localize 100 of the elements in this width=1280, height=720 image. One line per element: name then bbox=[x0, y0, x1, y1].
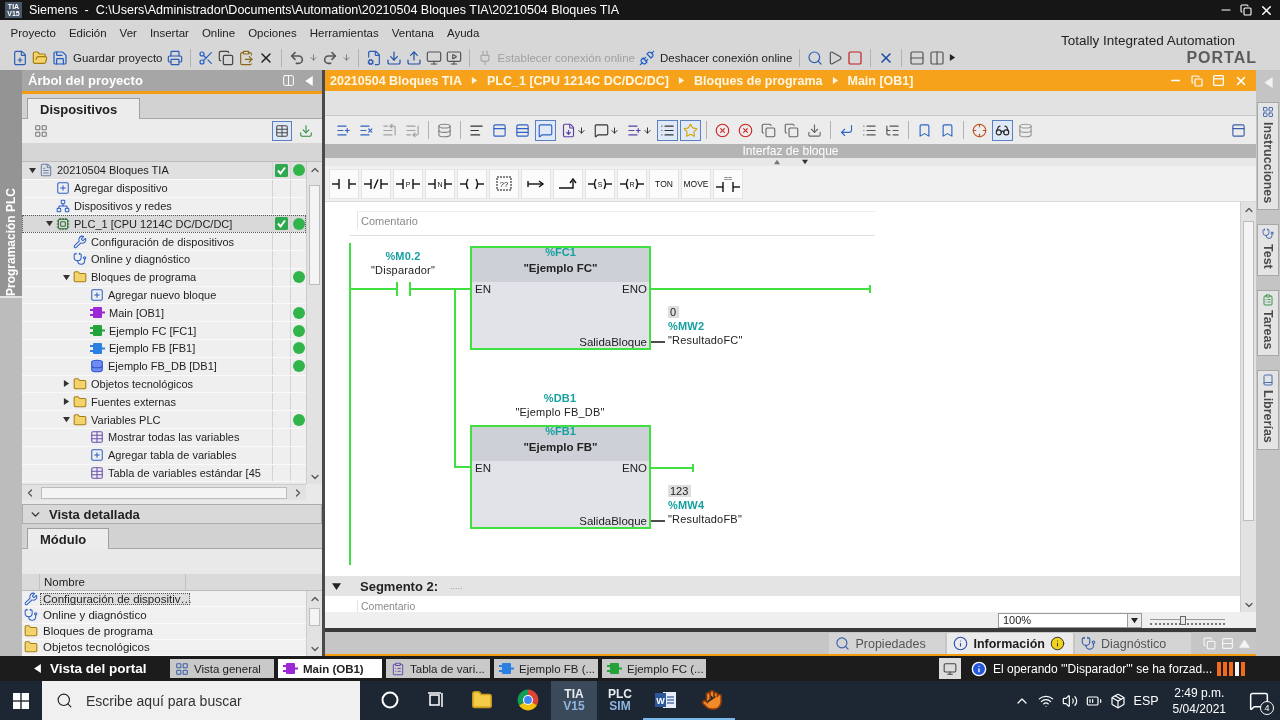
menu-item[interactable]: Herramientas bbox=[303, 26, 386, 39]
instruction-button[interactable] bbox=[553, 168, 583, 199]
comment-field[interactable]: Comentario bbox=[357, 211, 875, 229]
menu-item[interactable]: Ventana bbox=[385, 26, 441, 39]
caret-icon[interactable] bbox=[46, 220, 53, 228]
small-arrow-icon[interactable] bbox=[308, 53, 318, 62]
toolbar-button[interactable] bbox=[992, 119, 1013, 141]
caret-right-icon[interactable] bbox=[949, 54, 957, 61]
box-icon[interactable] bbox=[1109, 692, 1126, 709]
instruction-button[interactable] bbox=[457, 168, 487, 199]
caret-icon[interactable] bbox=[63, 380, 70, 388]
menu-item[interactable]: Ayuda bbox=[440, 26, 486, 39]
taskbar-app[interactable]: PLC SIM bbox=[597, 681, 643, 720]
tree-row[interactable]: 20210504 Bloques TIA bbox=[22, 162, 306, 180]
clock-time[interactable]: 2:49 p.m. bbox=[1174, 684, 1225, 701]
monitor-play-icon[interactable] bbox=[445, 49, 462, 66]
table-cell[interactable]: Online y diagnóstico bbox=[40, 608, 190, 621]
tree-row[interactable]: PLC_1 [CPU 1214C DC/DC/DC] bbox=[22, 215, 306, 234]
network-header[interactable]: Segmento 2: ..... bbox=[325, 576, 1240, 596]
horizontal-scrollbar[interactable] bbox=[22, 484, 306, 500]
instruction-button[interactable] bbox=[361, 168, 391, 199]
tree-row[interactable]: Variables PLC bbox=[22, 411, 306, 429]
menu-item[interactable]: Online bbox=[195, 26, 242, 39]
panel-tab[interactable]: Módulo bbox=[27, 528, 110, 549]
taskbar-app[interactable]: TIA V15 bbox=[551, 681, 597, 720]
copy-icon[interactable] bbox=[217, 49, 234, 66]
clipboard-icon[interactable] bbox=[237, 49, 254, 66]
table-cell[interactable]: Objetos tecnológicos bbox=[40, 641, 190, 654]
search-field[interactable]: Escribe aquí para buscar bbox=[42, 681, 360, 720]
table-cell[interactable]: Configuración de dispositiv… bbox=[40, 592, 190, 605]
printer-icon[interactable] bbox=[166, 49, 183, 66]
window-icon[interactable] bbox=[1231, 122, 1246, 138]
function-block[interactable]: %FC1 "Ejemplo FC" EN ENO SalidaBloque bbox=[470, 246, 651, 350]
instruction-button[interactable]: TON bbox=[649, 168, 679, 199]
square-icon[interactable] bbox=[847, 49, 864, 66]
language-indicator[interactable]: ESP bbox=[1133, 693, 1159, 708]
menu-item[interactable]: Insertar bbox=[143, 26, 196, 39]
instruction-button[interactable]: MOVE bbox=[681, 168, 711, 199]
caret-left-icon[interactable] bbox=[304, 75, 314, 86]
inspector-tab[interactable]: Diagnóstico bbox=[1075, 633, 1191, 654]
table-cell[interactable]: Bloques de programa bbox=[40, 625, 190, 638]
dropdown-button[interactable] bbox=[1127, 613, 1141, 627]
split-vertical-icon[interactable] bbox=[929, 49, 946, 66]
save-project-button[interactable]: Guardar proyecto bbox=[52, 49, 163, 66]
vertical-scrollbar[interactable] bbox=[306, 162, 322, 484]
menu-item[interactable]: Edición bbox=[62, 26, 114, 39]
monitor-button[interactable] bbox=[939, 658, 961, 679]
function-block[interactable]: %FB1 "Ejemplo FB" EN ENO SalidaBloque bbox=[470, 425, 651, 529]
taskbar-app[interactable]: W bbox=[643, 681, 689, 720]
split-horizontal-icon[interactable] bbox=[909, 49, 926, 66]
restore-icon[interactable] bbox=[1240, 4, 1252, 16]
scissors-icon[interactable] bbox=[197, 49, 214, 66]
caret-icon[interactable] bbox=[63, 416, 70, 424]
menu-item[interactable]: Opciones bbox=[241, 26, 304, 39]
inspector-tab[interactable]: Propiedades bbox=[829, 633, 946, 654]
monitor-icon[interactable] bbox=[425, 49, 442, 66]
small-arrow-icon[interactable] bbox=[341, 53, 351, 62]
striped-bars-icon[interactable] bbox=[1217, 661, 1245, 676]
caret-icon[interactable] bbox=[63, 273, 70, 281]
vertical-scrollbar[interactable] bbox=[306, 591, 322, 656]
go-offline-button[interactable]: Deshacer conexión online bbox=[638, 49, 793, 66]
redo-icon[interactable] bbox=[321, 49, 338, 66]
caret-icon[interactable] bbox=[29, 166, 36, 174]
vertical-scrollbar[interactable] bbox=[1240, 202, 1256, 612]
clock-date[interactable]: 5/04/2021 bbox=[1172, 700, 1226, 717]
slider-thumb[interactable] bbox=[1180, 615, 1186, 625]
task-card-tab[interactable]: Instrucciones bbox=[1257, 102, 1279, 211]
scrollbar-thumb[interactable] bbox=[309, 185, 320, 285]
inspector-tab[interactable]: Información bbox=[947, 633, 1073, 654]
section-header[interactable]: Vista detallada bbox=[22, 504, 322, 524]
column-header[interactable]: Nombre bbox=[40, 574, 186, 590]
editor-task-button[interactable]: Tabla de vari... bbox=[386, 659, 490, 678]
tree-row[interactable]: Configuración de dispositivos bbox=[22, 233, 306, 251]
editor-task-button[interactable]: Vista general bbox=[170, 659, 274, 678]
portal-view-button[interactable]: Vista del portal bbox=[0, 656, 166, 681]
editor-task-button[interactable]: Ejemplo FC (... bbox=[602, 659, 706, 678]
tree-row[interactable]: Fuentes externas bbox=[22, 393, 306, 412]
menu-item[interactable]: Proyecto bbox=[4, 26, 63, 39]
caret-icon[interactable] bbox=[332, 581, 341, 591]
play-icon[interactable] bbox=[827, 49, 844, 66]
status-message[interactable]: El operando '"Disparador"' se ha forzad... bbox=[993, 661, 1211, 676]
task-card-tab[interactable]: Test bbox=[1257, 224, 1279, 277]
file-gear-icon[interactable] bbox=[365, 49, 382, 66]
panel-tab[interactable]: Dispositivos bbox=[27, 98, 141, 119]
tree-row[interactable]: Ejemplo FC [FC1] bbox=[22, 322, 306, 340]
speaker-icon[interactable] bbox=[1061, 692, 1078, 709]
editor-task-button[interactable]: Ejemplo FB (... bbox=[494, 659, 598, 678]
scrollbar-thumb[interactable] bbox=[309, 608, 320, 626]
search-icon[interactable] bbox=[807, 49, 824, 66]
caret-icon[interactable] bbox=[63, 398, 70, 406]
file-plus-icon[interactable] bbox=[12, 49, 28, 66]
open-folder-icon[interactable] bbox=[32, 49, 48, 66]
menu-item[interactable]: Ver bbox=[113, 26, 144, 39]
upload-icon[interactable] bbox=[405, 49, 422, 66]
task-card-tab[interactable]: Tareas bbox=[1257, 290, 1279, 357]
instruction-button[interactable] bbox=[521, 168, 551, 199]
instruction-button[interactable] bbox=[329, 168, 359, 199]
scrollbar-thumb[interactable] bbox=[1243, 221, 1254, 521]
undo-icon[interactable] bbox=[288, 49, 305, 66]
tree-row[interactable]: Main [OB1] bbox=[22, 304, 306, 323]
